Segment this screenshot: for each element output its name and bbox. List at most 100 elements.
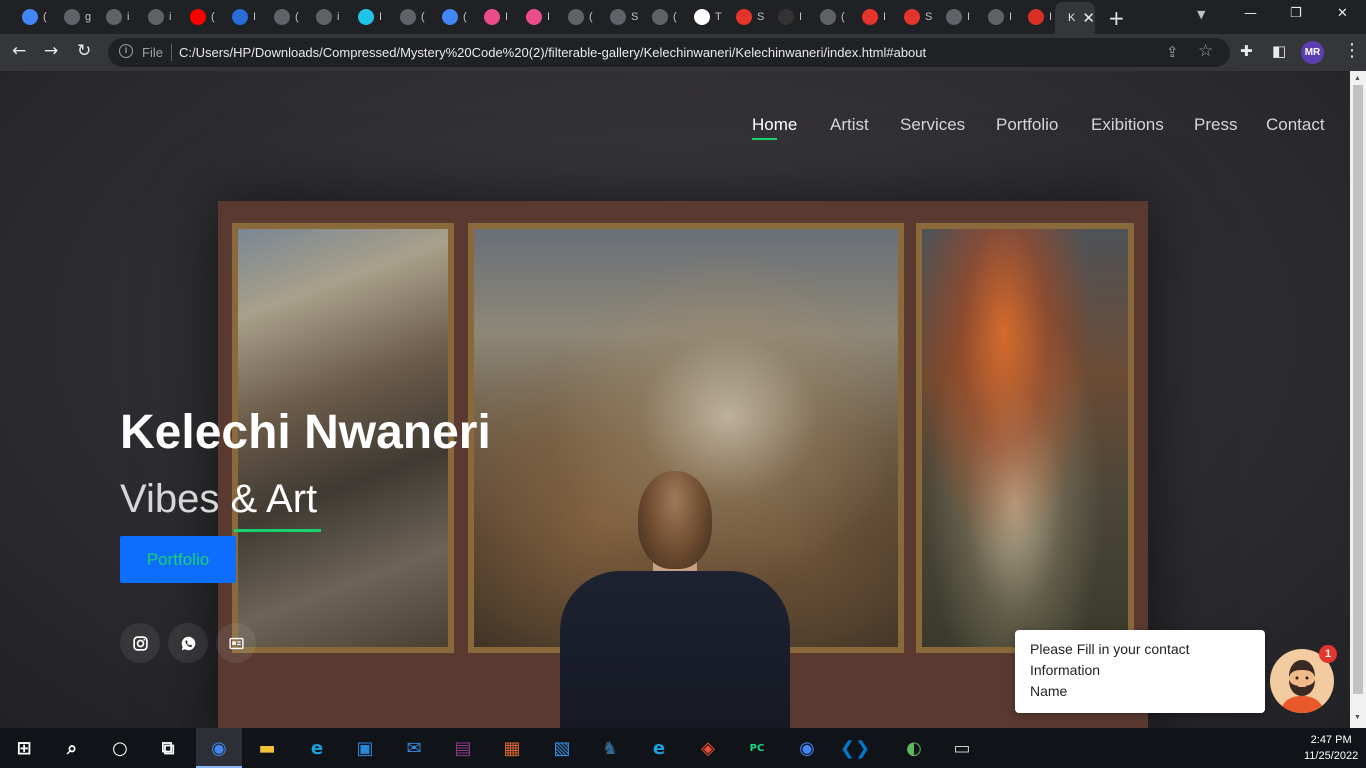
browser-tab[interactable]: T: [686, 2, 722, 32]
tab-title: I: [883, 11, 887, 23]
git-icon[interactable]: ◈: [694, 734, 722, 762]
s-icon: [736, 9, 752, 25]
new-tab-button[interactable]: +: [1108, 6, 1125, 30]
browser-tab[interactable]: (: [644, 2, 677, 32]
nav-home[interactable]: Home: [752, 115, 797, 135]
browser-tab[interactable]: I: [350, 2, 382, 32]
browser-tab[interactable]: (: [14, 2, 47, 32]
network-icon[interactable]: ◐: [900, 734, 928, 762]
omnibox-divider: [171, 44, 172, 61]
system-clock[interactable]: 2:47 PM 11/25/2022: [1304, 732, 1358, 764]
tab-title: T: [715, 11, 722, 23]
scroll-up-arrow[interactable]: ▲: [1354, 75, 1361, 82]
contacts-icon[interactable]: ▧: [548, 734, 576, 762]
browser-tab[interactable]: (: [812, 2, 845, 32]
bookmark-star-icon[interactable]: ☆: [1198, 41, 1213, 61]
share-icon[interactable]: ⇪: [1166, 43, 1179, 61]
browser-tab[interactable]: I: [1020, 2, 1052, 32]
nav-services[interactable]: Services: [900, 115, 965, 135]
hf-icon: [1028, 9, 1044, 25]
globe-icon: [946, 9, 962, 25]
nav-portfolio[interactable]: Portfolio: [996, 115, 1058, 135]
clock-date: 11/25/2022: [1304, 750, 1359, 762]
postgres-icon[interactable]: ♞: [596, 734, 624, 762]
restore-icon[interactable]: ❐: [1290, 6, 1302, 21]
browser-tab[interactable]: I: [476, 2, 508, 32]
browser-tab[interactable]: I: [770, 2, 802, 32]
browser-tab[interactable]: S: [896, 2, 932, 32]
browser-tab[interactable]: S: [602, 2, 638, 32]
store-icon[interactable]: ▣: [351, 734, 379, 762]
browser-tab[interactable]: (: [182, 2, 215, 32]
page-scrollbar[interactable]: ▲ ▼: [1350, 71, 1366, 728]
active-tab[interactable]: K ✕: [1055, 2, 1095, 34]
back-icon[interactable]: ←: [12, 41, 26, 61]
side-panel-icon[interactable]: ◧: [1272, 42, 1286, 60]
chat-prompt-bubble[interactable]: Please Fill in your contact Information …: [1015, 630, 1265, 713]
video-icon: [232, 9, 248, 25]
search-icon[interactable]: ⌕: [58, 734, 86, 762]
extensions-icon[interactable]: ✚: [1240, 42, 1253, 60]
browser-tab[interactable]: (: [434, 2, 467, 32]
minimize-icon[interactable]: —: [1244, 6, 1257, 21]
scroll-down-arrow[interactable]: ▼: [1354, 714, 1361, 721]
pycharm-icon[interactable]: PC: [743, 734, 771, 762]
scroll-thumb[interactable]: [1353, 85, 1363, 694]
menu-kebab-icon[interactable]: ⋮: [1343, 40, 1361, 61]
nav-artist[interactable]: Artist: [830, 115, 869, 135]
nav-contact[interactable]: Contact: [1266, 115, 1325, 135]
task-view-icon[interactable]: ⧉: [154, 734, 182, 762]
portfolio-button[interactable]: Portfolio: [120, 536, 236, 583]
tab-search-icon[interactable]: ▼: [1197, 8, 1205, 21]
chrome-icon[interactable]: ◉: [793, 734, 821, 762]
tab-title: i: [337, 11, 340, 23]
codesandbox-icon: [694, 9, 710, 25]
browser-tab[interactable]: i: [98, 2, 129, 32]
browser-tab[interactable]: I: [980, 2, 1012, 32]
browser-tab[interactable]: (: [266, 2, 299, 32]
file-explorer-icon[interactable]: ▬: [253, 734, 281, 762]
forward-icon[interactable]: →: [44, 41, 58, 61]
edge-icon[interactable]: e: [645, 734, 673, 762]
site-info-icon[interactable]: i: [119, 44, 133, 58]
globe-icon: [610, 9, 626, 25]
tab-title: g: [85, 11, 92, 23]
tab-title: I: [547, 11, 551, 23]
browser-tab[interactable]: S: [728, 2, 764, 32]
vscode-icon[interactable]: ❮❯: [840, 734, 870, 762]
browser-tab[interactable]: I: [938, 2, 970, 32]
id-card-icon[interactable]: [216, 623, 256, 663]
app-icon[interactable]: ▦: [498, 734, 526, 762]
whatsapp-icon[interactable]: [168, 623, 208, 663]
window-close-icon[interactable]: ✕: [1337, 6, 1348, 21]
browser-tab[interactable]: (: [392, 2, 425, 32]
instagram-icon[interactable]: [120, 623, 160, 663]
browser-tab[interactable]: I: [854, 2, 886, 32]
browser-tab[interactable]: I: [518, 2, 550, 32]
tab-title: I: [967, 11, 971, 23]
url-text[interactable]: C:/Users/HP/Downloads/Compressed/Mystery…: [179, 45, 926, 60]
terminal-icon[interactable]: ▭: [948, 734, 976, 762]
tab-title: (: [43, 11, 47, 23]
browser-tab[interactable]: (: [560, 2, 593, 32]
edge-icon[interactable]: e: [303, 734, 331, 762]
start-icon[interactable]: ⊞: [10, 734, 38, 762]
nav-exibitions[interactable]: Exibitions: [1091, 115, 1164, 135]
nav-press[interactable]: Press: [1194, 115, 1237, 135]
browser-tab[interactable]: i: [140, 2, 171, 32]
address-bar[interactable]: i File C:/Users/HP/Downloads/Compressed/…: [108, 38, 1230, 67]
chrome-icon[interactable]: ◉: [205, 734, 233, 762]
s-icon: [904, 9, 920, 25]
profile-avatar[interactable]: MR: [1301, 41, 1324, 64]
browser-tab[interactable]: I: [224, 2, 256, 32]
hero-subtitle-accent: & Art: [230, 477, 318, 521]
browser-tab[interactable]: g: [56, 2, 91, 32]
close-tab-icon[interactable]: ✕: [1082, 9, 1095, 27]
cortana-icon[interactable]: ○: [106, 734, 134, 762]
windows-taskbar: ⊞ ⌕ ○ ⧉ ◉ ▬ e ▣ ✉ ▤ ▦ ▧ ♞ e ◈ PC ◉ ❮❯ ◐ ▭ 2:47 PM 11/25/202…: [0, 728, 1366, 768]
winrar-icon[interactable]: ▤: [449, 734, 477, 762]
reload-icon[interactable]: ↻: [77, 41, 91, 61]
mail-icon[interactable]: ✉: [400, 734, 428, 762]
browser-tab[interactable]: i: [308, 2, 339, 32]
tab-title: i: [169, 11, 172, 23]
